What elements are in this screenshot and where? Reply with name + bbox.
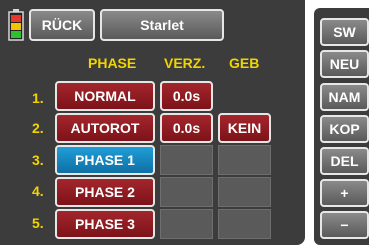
plus-button[interactable]: + [320,179,369,207]
column-header-phase: PHASE [88,55,137,71]
row-number-2: 2. [32,120,44,136]
phase-button-phase-1[interactable]: PHASE 1 [55,145,155,175]
minus-button[interactable]: − [320,211,369,239]
delay-empty-4[interactable] [160,177,213,207]
battery-icon [8,9,24,41]
column-header-delay: VERZ. [164,55,206,71]
delay-empty-3[interactable] [160,145,213,175]
new-button[interactable]: NEU [320,50,369,78]
copy-button[interactable]: KOP [320,115,369,143]
back-button[interactable]: RÜCK [29,9,95,41]
phase-button-phase-3[interactable]: PHASE 3 [55,209,155,239]
switch-empty-3[interactable] [218,145,271,175]
sw-button[interactable]: SW [320,18,369,46]
delay-empty-5[interactable] [160,209,213,239]
delay-value-1[interactable]: 0.0s [160,81,213,111]
name-button[interactable]: NAM [320,83,369,111]
model-name-display: Starlet [100,9,224,41]
column-header-switch: GEB [229,55,260,71]
phase-button-autorot[interactable]: AUTOROT [55,113,155,143]
delay-value-2[interactable]: 0.0s [160,113,213,143]
row-number-4: 4. [32,183,44,199]
row-number-5: 5. [32,215,44,231]
phase-button-normal[interactable]: NORMAL [55,81,155,111]
delete-button[interactable]: DEL [320,147,369,175]
switch-value-2[interactable]: KEIN [218,113,271,143]
row-number-1: 1. [32,90,44,106]
switch-empty-5[interactable] [218,209,271,239]
switch-empty-4[interactable] [218,177,271,207]
phase-button-phase-2[interactable]: PHASE 2 [55,177,155,207]
row-number-3: 3. [32,152,44,168]
